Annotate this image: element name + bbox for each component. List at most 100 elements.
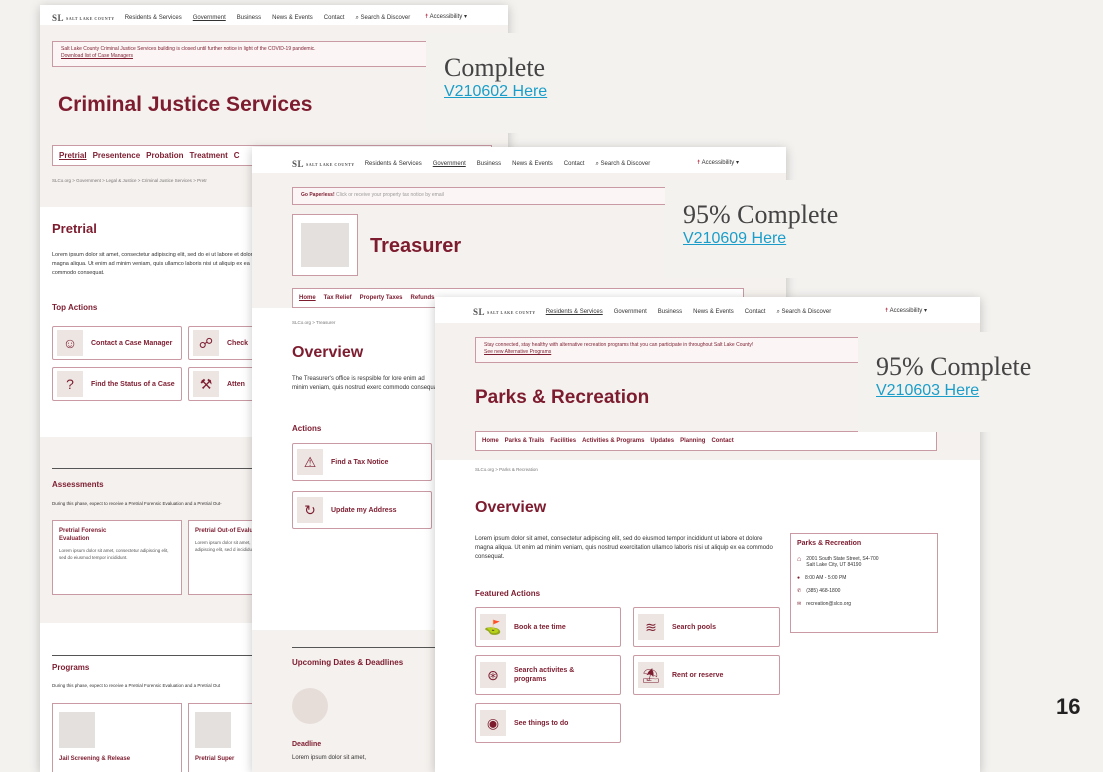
contact-phone[interactable]: ✆ (385) 468-1800 — [797, 588, 931, 594]
page-number: 16 — [1056, 694, 1081, 719]
breadcrumb: SLCo.org > Government > Legal & Justice … — [52, 178, 207, 183]
tab-facilities[interactable]: Facilities — [550, 438, 576, 444]
phone-icon: ✆ — [797, 588, 802, 594]
tab-planning[interactable]: Planning — [680, 438, 705, 444]
assessment-card[interactable]: Pretrial Forensic Evaluation Lorem ipsum… — [52, 520, 182, 595]
county-logo[interactable]: SL SALT LAKE COUNTY — [52, 13, 115, 23]
county-logo[interactable]: SL SALT LAKE COUNTY — [292, 159, 355, 169]
tab-treatment[interactable]: Treatment — [190, 151, 228, 160]
version-link[interactable]: V210609 Here — [683, 230, 890, 248]
intro-text: The Treasurer's office is respsible for … — [292, 376, 441, 391]
accessibility-menu[interactable]: ☨ Accessibility ▾ — [697, 159, 739, 166]
nav-search[interactable]: ⌕ Search & Discover — [355, 15, 410, 22]
nav-search[interactable]: ⌕ Search & Discover — [776, 309, 831, 316]
update-address-button[interactable]: ↻ Update my Address — [292, 491, 432, 529]
top-nav: SL SALT LAKE COUNTY Residents & Services … — [473, 307, 842, 317]
nav-contact[interactable]: Contact — [745, 309, 766, 315]
tab-contact[interactable]: Contact — [711, 438, 733, 444]
upcoming-title: Upcoming Dates & Deadlines — [292, 658, 404, 667]
golf-icon: ⛳ — [480, 614, 506, 640]
action-label: Search pools — [672, 623, 716, 631]
status-text: 95% Complete — [876, 352, 1032, 381]
action-label: Check — [227, 339, 249, 347]
refresh-icon: ↻ — [297, 497, 323, 523]
intro-text: Lorem ipsum dolor sit amet, consectetur … — [475, 536, 773, 560]
pool-ladder-icon: ≋ — [638, 614, 664, 640]
cjs-alert-link[interactable]: Download list of Case Managers — [61, 53, 483, 60]
email-text: recreation@slco.org — [806, 601, 852, 607]
tab-property-taxes[interactable]: Property Taxes — [360, 295, 403, 301]
rent-reserve-button[interactable]: ⛱ Rent or reserve — [633, 655, 780, 695]
program-card[interactable]: Jail Screening & Release — [52, 703, 182, 772]
status-text: Complete — [444, 53, 546, 82]
treasurer-logo-frame — [292, 214, 358, 276]
treasurer-logo — [301, 223, 349, 267]
section-title: Pretrial — [52, 221, 97, 236]
book-tee-time-button[interactable]: ⛳ Book a tee time — [475, 607, 621, 647]
featured-actions-title: Featured Actions — [475, 589, 541, 598]
nav-contact[interactable]: Contact — [564, 161, 585, 167]
tab-activities[interactable]: Activities & Programs — [582, 438, 644, 444]
find-status-button[interactable]: ? Find the Status of a Case — [52, 367, 182, 401]
overview-title: Overview — [475, 499, 547, 516]
version-link[interactable]: V210602 Here — [444, 83, 593, 101]
action-label: See things to do — [514, 719, 569, 727]
page-title: Treasurer — [370, 235, 462, 257]
nav-news[interactable]: News & Events — [272, 15, 313, 21]
nav-search[interactable]: ⌕ Search & Discover — [595, 161, 650, 168]
nav-news[interactable]: News & Events — [693, 309, 734, 315]
search-activities-button[interactable]: ⊛ Search activites & programs — [475, 655, 621, 695]
status-note-cjs: Complete V210602 Here — [426, 33, 611, 133]
warning-icon: ⚠ — [297, 449, 323, 475]
tab-pretrial[interactable]: Pretrial — [59, 151, 87, 160]
action-label: Rent or reserve — [672, 671, 724, 679]
contact-case-manager-button[interactable]: ☺ Contact a Case Manager — [52, 326, 182, 360]
deadline-title: Deadline — [292, 741, 322, 748]
nav-business[interactable]: Business — [237, 15, 261, 21]
version-link[interactable]: V210603 Here — [876, 382, 1085, 400]
nav-news[interactable]: News & Events — [512, 161, 553, 167]
see-things-button[interactable]: ◉ See things to do — [475, 703, 621, 743]
nav-residents[interactable]: Residents & Services — [125, 15, 182, 21]
tab-presentence[interactable]: Presentence — [93, 151, 141, 160]
nav-contact[interactable]: Contact — [324, 15, 345, 21]
nav-government[interactable]: Government — [193, 15, 226, 21]
tab-more[interactable]: C — [234, 151, 240, 160]
accessibility-icon: ☨ — [885, 308, 889, 314]
map-pin-icon: ◉ — [480, 710, 506, 736]
tab-updates[interactable]: Updates — [650, 438, 674, 444]
program-image — [195, 712, 231, 748]
action-label: Find a Tax Notice — [331, 458, 389, 466]
county-logo[interactable]: SL SALT LAKE COUNTY — [473, 307, 536, 317]
assessments-text: During this phase, expect to receive a P… — [52, 501, 222, 506]
smiley-icon: ☺ — [57, 330, 83, 356]
accessibility-menu[interactable]: ☨ Accessibility ▾ — [885, 307, 927, 314]
nav-business[interactable]: Business — [477, 161, 501, 167]
tab-refunds[interactable]: Refunds — [411, 295, 435, 301]
tab-probation[interactable]: Probation — [146, 151, 183, 160]
tab-tax-relief[interactable]: Tax Relief — [324, 295, 352, 301]
nav-government[interactable]: Government — [614, 309, 647, 315]
find-tax-notice-button[interactable]: ⚠ Find a Tax Notice — [292, 443, 432, 481]
accessibility-menu[interactable]: ☨ Accessibility ▾ — [425, 13, 467, 20]
programs-text: During this phase, expect to receive a P… — [52, 683, 221, 688]
divider — [292, 647, 442, 648]
accessibility-icon: ☨ — [425, 14, 429, 20]
alert-bold: Go Paperless! — [301, 192, 335, 198]
contact-email[interactable]: ✉ recreation@slco.org — [797, 601, 931, 607]
contact-hours: ● 8:00 AM - 5:00 PM — [797, 575, 931, 581]
basketball-icon: ⊛ — [480, 662, 506, 688]
nav-business[interactable]: Business — [658, 309, 682, 315]
address-line-2: Salt Lake City, UT 84190 — [806, 562, 862, 568]
nav-residents[interactable]: Residents & Services — [546, 309, 603, 315]
nav-government[interactable]: Government — [433, 161, 466, 167]
top-nav: SL SALT LAKE COUNTY Residents & Services … — [52, 13, 421, 23]
hours-text: 8:00 AM - 5:00 PM — [805, 575, 847, 581]
tab-home[interactable]: Home — [299, 295, 316, 301]
tab-home[interactable]: Home — [482, 438, 499, 444]
search-pools-button[interactable]: ≋ Search pools — [633, 607, 780, 647]
action-label: Find the Status of a Case — [91, 380, 175, 388]
glove-icon: ☍ — [193, 330, 219, 356]
tab-parks-trails[interactable]: Parks & Trails — [505, 438, 545, 444]
nav-residents[interactable]: Residents & Services — [365, 161, 422, 167]
